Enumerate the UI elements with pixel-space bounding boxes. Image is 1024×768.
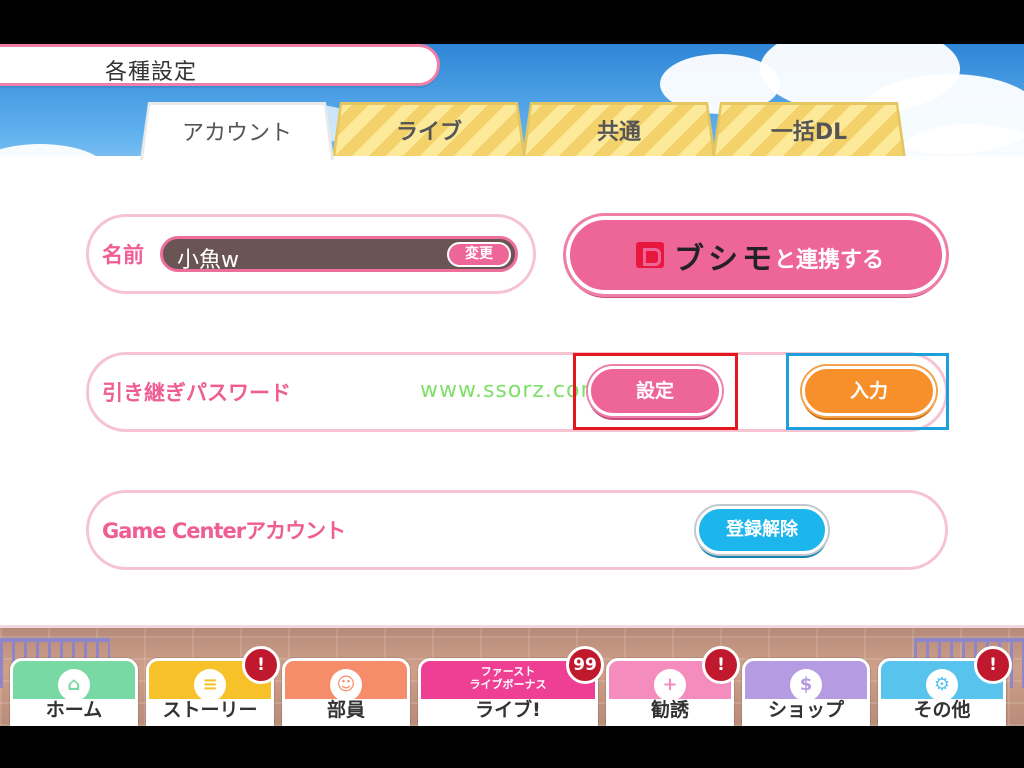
- nav-label: ストーリー: [162, 699, 258, 721]
- gamecenter-label: Game Centerアカウント: [102, 519, 346, 543]
- nav-members-button[interactable]: ☺ 部員: [282, 658, 410, 726]
- app-frame: 各種設定 ライブ 共通 一括DL アカウント 名前 小魚w 変更 ブシモ と連携…: [0, 44, 1024, 726]
- tab-account[interactable]: アカウント: [140, 102, 334, 160]
- page-title: 各種設定: [105, 60, 198, 85]
- tab-label: 一括DL: [770, 120, 848, 145]
- bushimo-link-label: と連携する: [774, 248, 885, 273]
- scout-alert-badge: !: [702, 646, 740, 684]
- nav-label: 勧誘: [650, 699, 689, 721]
- highlight-box-red: [573, 353, 738, 430]
- nav-label: ショップ: [767, 699, 844, 721]
- tab-live[interactable]: ライブ: [332, 102, 526, 158]
- tab-bulk-download[interactable]: 一括DL: [712, 102, 906, 158]
- name-field: 小魚w 変更: [160, 236, 518, 273]
- highlight-box-blue: [786, 353, 949, 430]
- story-alert-badge: !: [242, 646, 280, 684]
- bushimo-logo-icon: [636, 242, 664, 268]
- name-value: 小魚w: [177, 248, 239, 273]
- tab-common[interactable]: 共通: [522, 102, 716, 158]
- title-bar: 各種設定: [0, 44, 440, 86]
- nav-label: その他: [913, 699, 971, 721]
- nav-label: ライブ!: [475, 699, 541, 721]
- tab-label: アカウント: [181, 121, 292, 146]
- nav-shop-button[interactable]: $ ショップ: [742, 658, 870, 726]
- live-count-badge: 99: [566, 646, 604, 684]
- password-label: 引き継ぎパスワード: [102, 381, 291, 405]
- change-name-button[interactable]: 変更: [447, 242, 511, 267]
- nav-home-button[interactable]: ⌂ ホーム: [10, 658, 138, 726]
- tab-label: ライブ: [395, 120, 462, 145]
- unregister-button[interactable]: 登録解除: [696, 506, 828, 554]
- bushimo-link-button[interactable]: ブシモ と連携する: [563, 213, 949, 297]
- nav-label: ホーム: [45, 699, 103, 721]
- bushimo-logo-text: ブシモ: [674, 242, 776, 277]
- tab-label: 共通: [596, 120, 641, 145]
- nav-label: 部員: [326, 699, 365, 721]
- name-label: 名前: [102, 243, 144, 267]
- other-alert-badge: !: [974, 646, 1012, 684]
